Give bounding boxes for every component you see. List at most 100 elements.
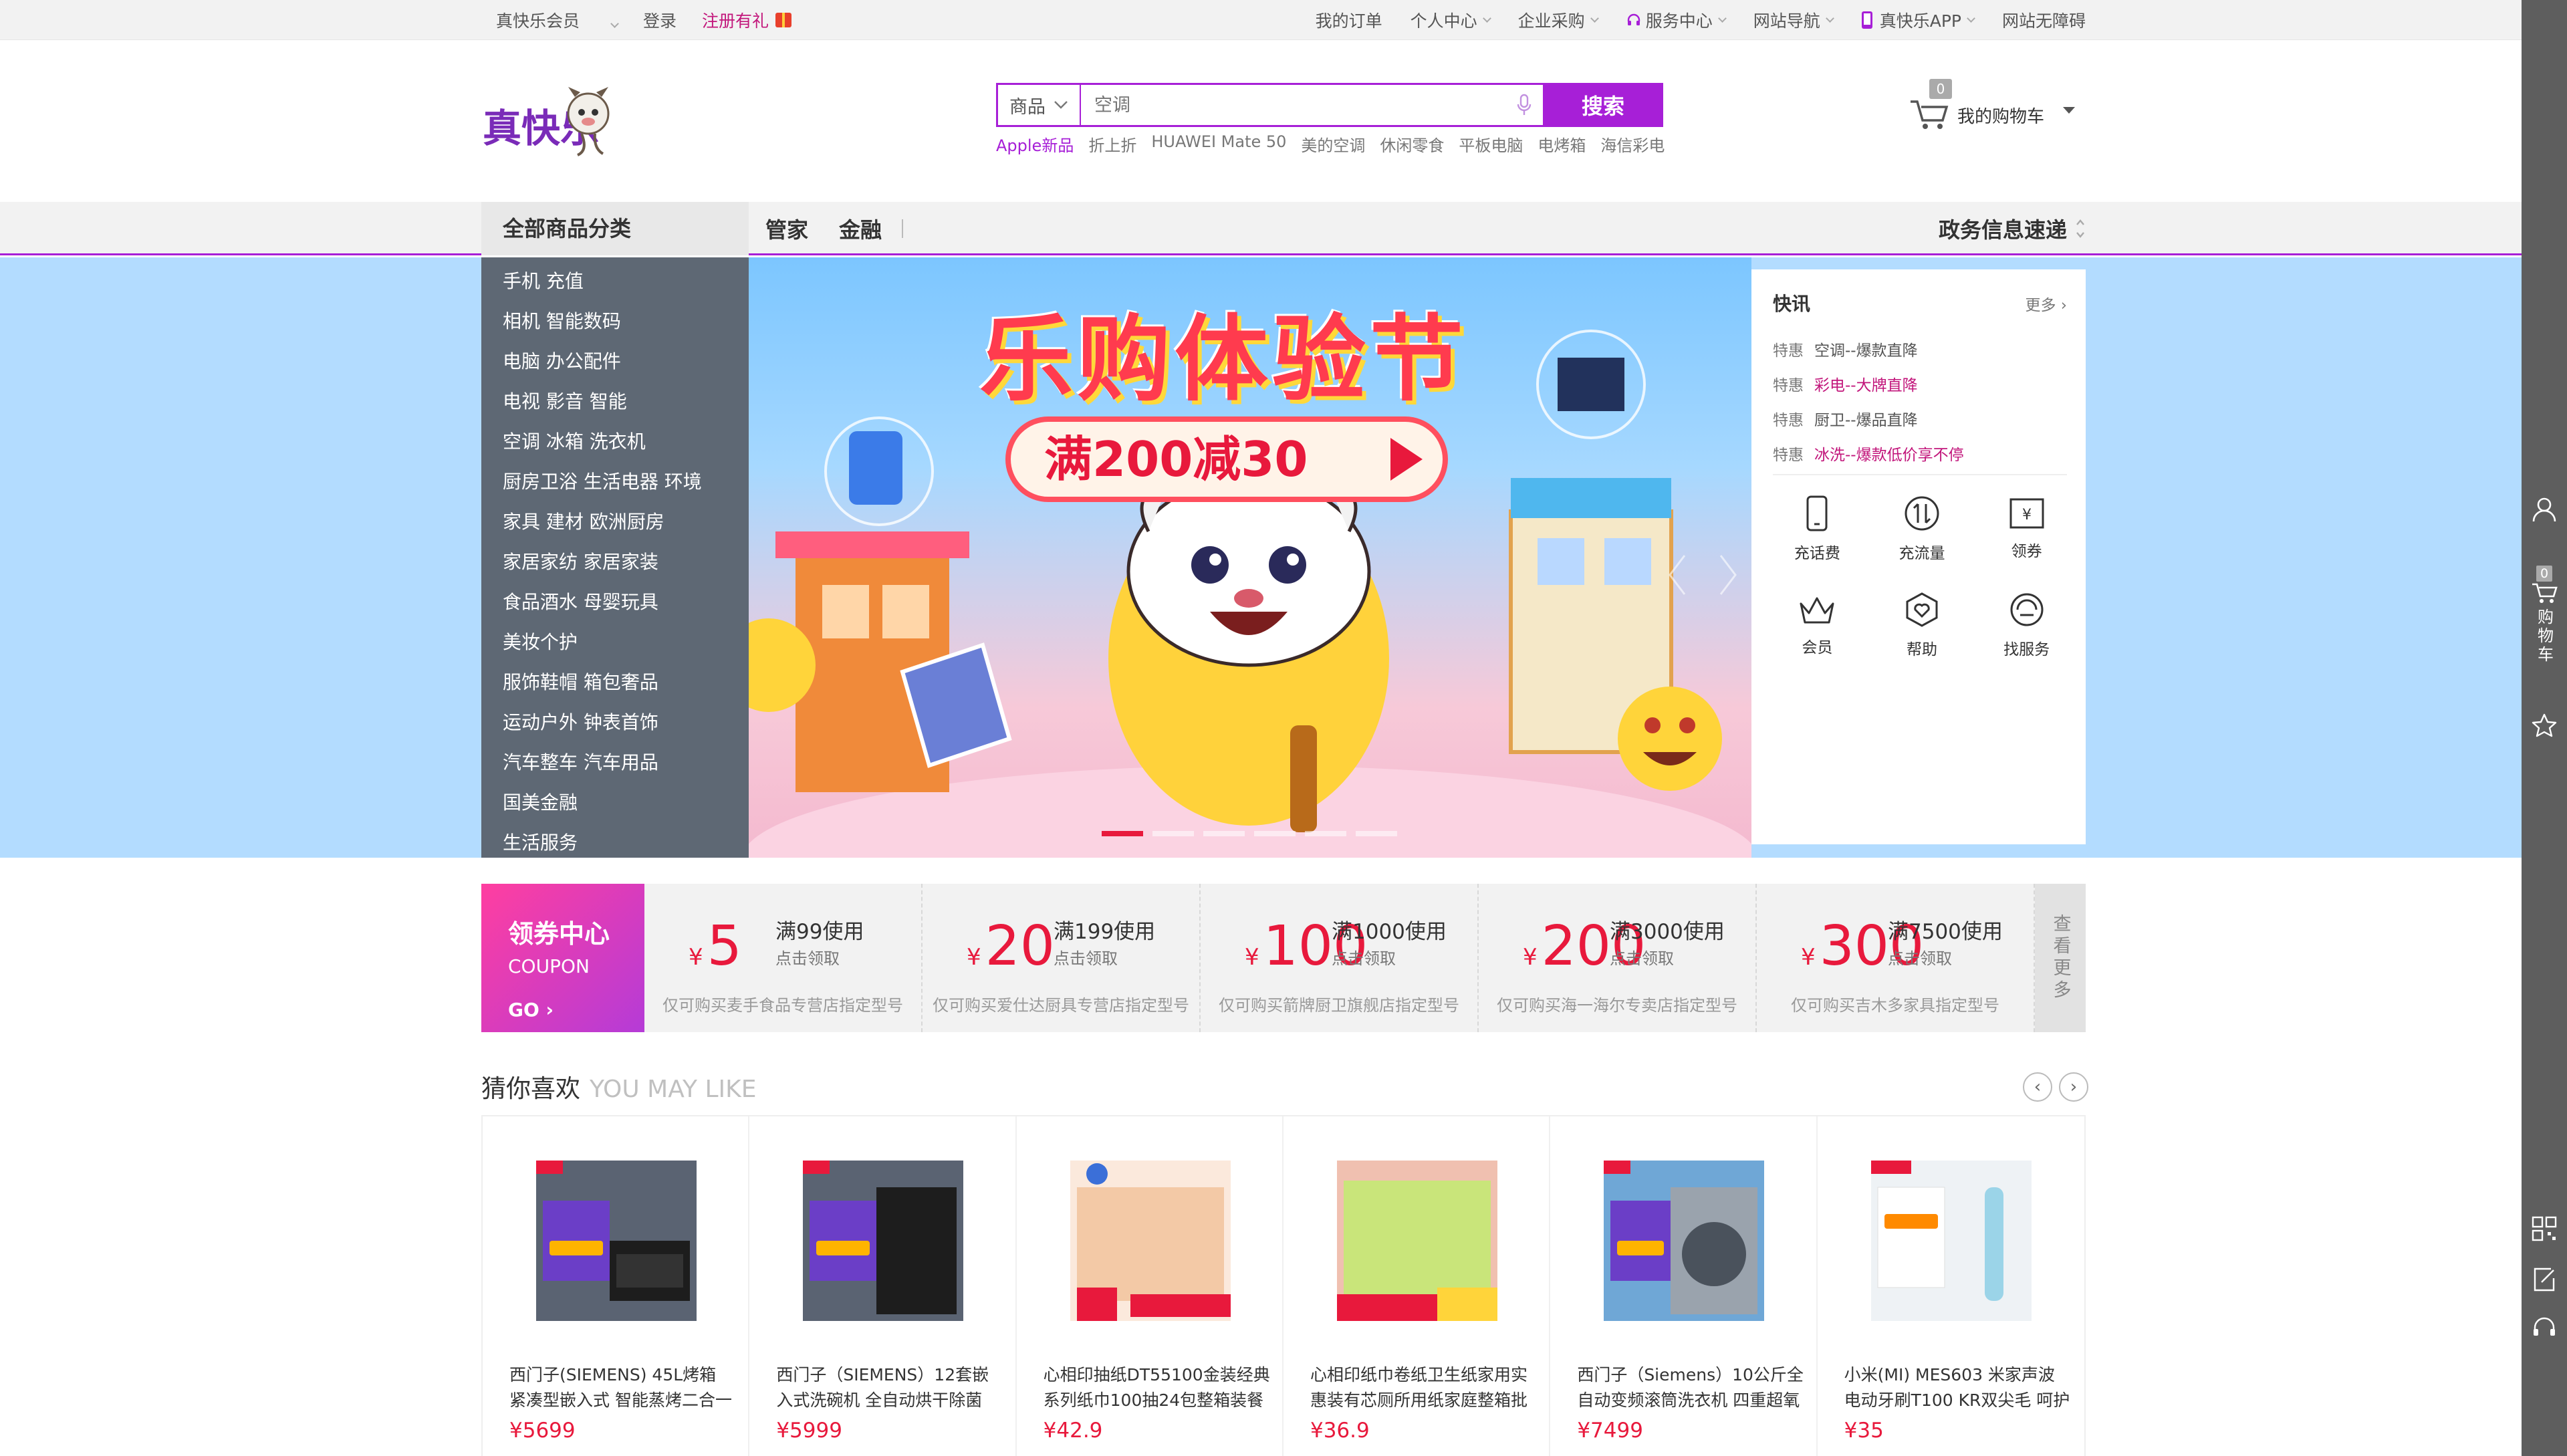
coupon-get-link[interactable]: 点击领取 — [1610, 945, 1674, 969]
category-item[interactable]: 电脑 办公配件 — [481, 342, 749, 382]
hotword-link[interactable]: Apple新品 — [996, 132, 1074, 156]
category-item[interactable]: 电视 影音 智能 — [481, 382, 749, 422]
hotword-link[interactable]: 平板电脑 — [1459, 132, 1523, 156]
nav-divider — [902, 219, 904, 238]
my-orders-link[interactable]: 我的订单 — [1316, 8, 1382, 32]
caret-down-icon — [2063, 107, 2075, 114]
coupon-center-link[interactable]: 领券中心 COUPON GO › — [481, 884, 644, 1032]
toolbar-favorites[interactable] — [2522, 713, 2567, 739]
coupon-card[interactable]: ¥200 满3000使用 点击领取 仅可购买海一海尔专卖店指定型号 — [1479, 884, 1757, 1032]
product-card[interactable]: 西门子(SIEMENS) 45L烤箱 紧凑型嵌入式 智能蒸烤二合一 3D ¥56… — [483, 1116, 750, 1456]
news-more-link[interactable]: 更多 › — [2025, 292, 2067, 315]
carousel-dot[interactable] — [1152, 831, 1194, 836]
search-button[interactable]: 搜索 — [1543, 83, 1663, 127]
news-more-label: 更多 — [2025, 297, 2056, 314]
service-member[interactable]: 会员 — [1765, 577, 1870, 673]
all-categories-tab[interactable]: 全部商品分类 — [481, 202, 749, 255]
top-bar-right: 我的订单 个人中心 企业采购 服务中心 网站导航 真快乐APP 网站无障碍 — [1288, 0, 2086, 40]
product-card[interactable]: 心相印抽纸DT55100金装经典系列纸巾100抽24包整箱装餐巾 ¥42.9 — [1017, 1116, 1284, 1456]
service-center-label: 服务中心 — [1645, 11, 1713, 31]
category-item[interactable]: 美妆个护 — [481, 622, 749, 662]
coupon-card[interactable]: ¥300 满7500使用 点击领取 仅可购买吉木多家具指定型号 — [1757, 884, 2035, 1032]
hotword-link[interactable]: 海信彩电 — [1600, 132, 1665, 156]
nav-link-butler[interactable]: 管家 — [765, 213, 808, 244]
category-item[interactable]: 手机 充值 — [481, 261, 749, 301]
carousel-dot[interactable] — [1203, 831, 1245, 836]
app-label: 真快乐APP — [1879, 11, 1961, 31]
category-item[interactable]: 厨房卫浴 生活电器 环境 — [481, 462, 749, 502]
category-item[interactable]: 家居家纺 家居家装 — [481, 542, 749, 582]
service-label: 找服务 — [2003, 641, 2050, 658]
product-card[interactable]: 西门子（SIEMENS）12套嵌入式洗碗机 全自动烘干除菌 热交 ¥5999 — [749, 1116, 1017, 1456]
toolbar-cart[interactable]: 0 购物车 — [2522, 566, 2567, 664]
toolbar-feedback[interactable] — [2522, 1266, 2567, 1293]
hotword-link[interactable]: 电烤箱 — [1538, 132, 1586, 156]
coupon-get-link[interactable]: 点击领取 — [1888, 945, 1952, 969]
hotword-link[interactable]: 折上折 — [1088, 132, 1136, 156]
hotword-link[interactable]: HUAWEI Mate 50 — [1151, 132, 1286, 156]
next-arrow-icon[interactable]: › — [2059, 1072, 2088, 1102]
hotword-link[interactable]: 休闲零食 — [1380, 132, 1444, 156]
coupon-get-link[interactable]: 点击领取 — [1332, 945, 1396, 969]
product-card[interactable]: 心相印纸巾卷纸卫生纸家用实惠装有芯厕所用纸家庭整箱批 ¥36.9 — [1284, 1116, 1551, 1456]
coupon-card[interactable]: ¥20 满199使用 点击领取 仅可购买爱仕达厨具专营店指定型号 — [923, 884, 1201, 1032]
carousel-dot[interactable] — [1102, 831, 1143, 836]
service-recharge-data[interactable]: 充流量 — [1870, 481, 1975, 577]
coupon-card[interactable]: ¥100 满1000使用 点击领取 仅可购买箭牌厨卫旗舰店指定型号 — [1201, 884, 1479, 1032]
member-menu[interactable]: 真快乐会员 — [496, 8, 619, 32]
category-item[interactable]: 空调 冰箱 洗衣机 — [481, 422, 749, 462]
coupon-get-link[interactable]: 点击领取 — [775, 945, 840, 969]
carousel-dot[interactable] — [1254, 831, 1296, 836]
site-nav-menu[interactable]: 网站导航 — [1753, 8, 1834, 32]
carousel-prev-icon[interactable] — [1665, 552, 1691, 598]
carousel-next-icon[interactable] — [1714, 552, 1741, 598]
category-item[interactable]: 食品酒水 母婴玩具 — [481, 582, 749, 622]
app-menu[interactable]: 真快乐APP — [1861, 8, 1975, 32]
category-item[interactable]: 相机 智能数码 — [481, 301, 749, 342]
currency-symbol: ¥ — [1523, 944, 1538, 971]
search-category-select[interactable]: 商品 — [998, 85, 1081, 125]
product-price: ¥36.9 — [1310, 1419, 1370, 1443]
coupon-get-link[interactable]: 点击领取 — [1054, 945, 1118, 969]
service-get-coupon[interactable]: ¥ 领券 — [1974, 481, 2079, 577]
toolbar-qrcode[interactable] — [2522, 1215, 2567, 1242]
category-item[interactable]: 生活服务 — [481, 823, 749, 863]
personal-center-menu[interactable]: 个人中心 — [1411, 8, 1491, 32]
toolbar-service[interactable] — [2522, 1316, 2567, 1342]
toolbar-user[interactable] — [2522, 496, 2567, 523]
news-item[interactable]: 特惠 彩电--大牌直降 — [1773, 368, 2067, 403]
nav-link-finance[interactable]: 金融 — [839, 213, 882, 244]
news-item[interactable]: 特惠 冰洗--爆款低价享不停 — [1773, 438, 2067, 473]
service-help[interactable]: 帮助 — [1870, 577, 1975, 673]
news-item[interactable]: 特惠 空调--爆款直降 — [1773, 334, 2067, 368]
login-link[interactable]: 登录 — [643, 8, 677, 32]
carousel-dot[interactable] — [1305, 831, 1346, 836]
gov-info-link[interactable]: 政务信息速递 — [1939, 202, 2086, 255]
hotword-link[interactable]: 美的空调 — [1301, 132, 1365, 156]
site-logo[interactable]: 真快乐 — [481, 80, 615, 160]
prev-arrow-icon[interactable]: ‹ — [2023, 1072, 2052, 1102]
coupon-card[interactable]: ¥5 满99使用 点击领取 仅可购买麦手食品专营店指定型号 — [644, 884, 923, 1032]
search-input[interactable] — [1081, 85, 1505, 125]
news-item[interactable]: 特惠 厨卫--爆品直降 — [1773, 403, 2067, 438]
product-card[interactable]: 西门子（Siemens）10公斤全自动变频滚筒洗衣机 四重超氧 ¥7499 — [1550, 1116, 1818, 1456]
enterprise-purchase-menu[interactable]: 企业采购 — [1518, 8, 1599, 32]
news-tag: 特惠 — [1773, 377, 1804, 394]
voice-search-button[interactable] — [1505, 85, 1543, 125]
accessibility-link[interactable]: 网站无障碍 — [2002, 8, 2086, 32]
coupon-more-link[interactable]: 查看更多 — [2035, 884, 2086, 1032]
header-cart[interactable]: 0 我的购物车 — [1909, 79, 2076, 132]
product-price: ¥5699 — [509, 1419, 576, 1443]
product-card[interactable]: 小米(MI) MES603 米家声波电动牙刷T100 KR双尖毛 呵护牙 ¥35 — [1818, 1116, 2084, 1456]
category-item[interactable]: 家具 建材 欧洲厨房 — [481, 502, 749, 542]
category-item[interactable]: 服饰鞋帽 箱包奢品 — [481, 662, 749, 703]
category-item[interactable]: 汽车整车 汽车用品 — [481, 743, 749, 783]
category-item[interactable]: 运动户外 钟表首饰 — [481, 703, 749, 743]
service-recharge-phone[interactable]: 充话费 — [1765, 481, 1870, 577]
carousel-dot[interactable] — [1356, 831, 1397, 836]
category-item[interactable]: 国美金融 — [481, 783, 749, 823]
register-link[interactable]: 注册有礼 — [702, 8, 769, 32]
service-center-menu[interactable]: 服务中心 — [1626, 8, 1727, 32]
service-find[interactable]: 找服务 — [1974, 577, 2079, 673]
promo-banner[interactable]: 乐购体验节 满200减30 — [749, 257, 1751, 858]
